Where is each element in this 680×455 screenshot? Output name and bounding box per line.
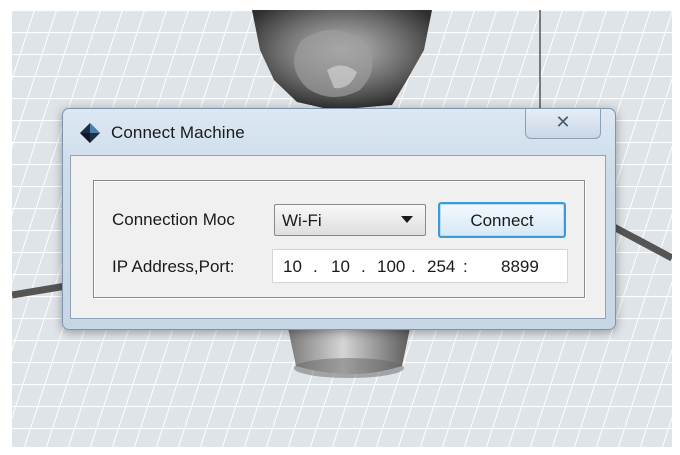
ip-dot-2: . bbox=[361, 257, 366, 276]
connection-group-box: Connection Moc Wi-Fi Connect IP Address,… bbox=[93, 180, 585, 298]
ip-dot-3: . bbox=[411, 257, 416, 276]
connection-mode-select[interactable]: Wi-Fi bbox=[274, 204, 426, 236]
connection-mode-label: Connection Moc bbox=[112, 210, 235, 229]
diamond-app-icon bbox=[80, 123, 100, 143]
ip-octet-1[interactable]: 10 bbox=[283, 257, 302, 277]
ip-octet-3[interactable]: 100 bbox=[377, 257, 405, 277]
port-input[interactable]: 8899 bbox=[501, 257, 539, 277]
dialog-title: Connect Machine bbox=[111, 123, 245, 142]
chevron-down-icon bbox=[401, 216, 413, 223]
dialog-body: Connection Moc Wi-Fi Connect IP Address,… bbox=[70, 155, 606, 319]
ip-dot-1: . bbox=[313, 257, 318, 276]
ip-octet-4[interactable]: 254 bbox=[427, 257, 455, 277]
connect-button-label: Connect bbox=[470, 211, 534, 230]
ip-address-field[interactable]: 10 . 10 . 100 . 254 : 8899 bbox=[272, 249, 568, 283]
ip-address-port-label: IP Address,Port: bbox=[112, 257, 235, 276]
connection-mode-value: Wi-Fi bbox=[282, 211, 322, 230]
close-button[interactable]: ✕ bbox=[525, 109, 601, 139]
connect-machine-dialog: Connect Machine ✕ Connection Moc Wi-Fi C… bbox=[62, 108, 616, 330]
connect-button[interactable]: Connect bbox=[438, 202, 566, 238]
screenshot: Connect Machine ✕ Connection Moc Wi-Fi C… bbox=[0, 0, 680, 455]
close-icon: ✕ bbox=[555, 112, 571, 132]
ip-port-separator: : bbox=[463, 257, 468, 276]
ip-octet-2[interactable]: 10 bbox=[331, 257, 350, 277]
